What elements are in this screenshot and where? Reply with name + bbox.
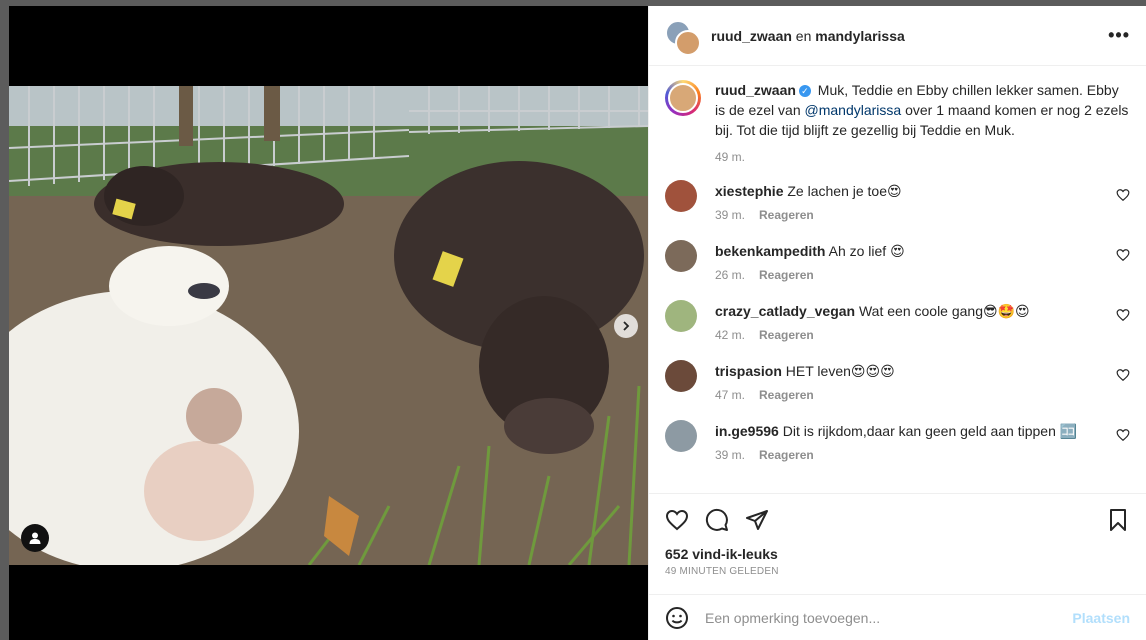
- post-caption: ruud_zwaan ✓ Muk, Teddie en Ebby chillen …: [665, 80, 1130, 164]
- heart-icon[interactable]: [1116, 368, 1130, 382]
- comment-icon[interactable]: [705, 508, 729, 532]
- tagged-users-button[interactable]: [21, 524, 49, 552]
- reply-button[interactable]: Reageren: [759, 208, 814, 222]
- post-authors: ruud_zwaan en mandylarissa: [711, 28, 905, 44]
- comment-time: 42 m.: [715, 328, 746, 342]
- comment-time: 39 m.: [715, 208, 746, 222]
- heart-icon[interactable]: [1116, 248, 1130, 262]
- add-comment-bar: Plaatsen: [649, 594, 1146, 640]
- bookmark-icon[interactable]: [1106, 508, 1130, 532]
- comment-text: Ze lachen je toe😍: [783, 183, 902, 199]
- comments-list[interactable]: ruud_zwaan ✓ Muk, Teddie en Ebby chillen …: [649, 66, 1146, 493]
- comment-text: HET leven😍😍😍: [781, 363, 895, 379]
- post-header: ruud_zwaan en mandylarissa •••: [649, 6, 1146, 66]
- reply-button[interactable]: Reageren: [759, 328, 814, 342]
- caption-username[interactable]: ruud_zwaan: [715, 82, 796, 98]
- heart-icon[interactable]: [665, 508, 689, 532]
- post-sidebar: ruud_zwaan en mandylarissa ••• ruud_zwaa…: [648, 6, 1146, 640]
- caption-time: 49 m.: [715, 150, 746, 164]
- comment-item: crazy_catlady_vegan Wat een coole gang😎🤩…: [665, 300, 1130, 344]
- heart-icon[interactable]: [1116, 188, 1130, 202]
- comment-username[interactable]: xiestephie: [715, 183, 783, 199]
- avatar[interactable]: [665, 420, 697, 452]
- post-media: [9, 6, 648, 640]
- comment-time: 47 m.: [715, 388, 746, 402]
- chevron-right-icon: [623, 321, 630, 331]
- avatar[interactable]: [665, 180, 697, 212]
- comment-item: xiestephie Ze lachen je toe😍 39 m. Reager…: [665, 180, 1130, 224]
- comment-text: Dit is rijkdom,daar kan geen geld aan ti…: [778, 423, 1078, 439]
- more-horizontal-icon[interactable]: •••: [1108, 25, 1130, 46]
- post-photo[interactable]: [9, 86, 648, 565]
- caption-mention[interactable]: @mandylarissa: [805, 102, 902, 118]
- post-actions: 652 vind-ik-leuks 49 MINUTEN GELEDEN: [649, 493, 1146, 593]
- reply-button[interactable]: Reageren: [759, 268, 814, 282]
- avatar[interactable]: [665, 80, 701, 116]
- comment-time: 39 m.: [715, 448, 746, 462]
- avatar[interactable]: [665, 240, 697, 272]
- avatar[interactable]: [665, 360, 697, 392]
- caption-text: ruud_zwaan ✓ Muk, Teddie en Ebby chillen …: [715, 80, 1130, 140]
- smiley-icon[interactable]: [665, 606, 689, 630]
- comment-username[interactable]: in.ge9596: [715, 423, 779, 439]
- heart-icon[interactable]: [1116, 428, 1130, 442]
- comment-username[interactable]: crazy_catlady_vegan: [715, 303, 855, 319]
- post-comment-button[interactable]: Plaatsen: [1072, 610, 1130, 626]
- reply-button[interactable]: Reageren: [759, 388, 814, 402]
- comment-item: bekenkampedith Ah zo lief 😍 26 m. Reagere…: [665, 240, 1130, 284]
- author-separator: en: [791, 27, 816, 44]
- post-timestamp: 49 MINUTEN GELEDEN: [665, 566, 779, 577]
- author-username[interactable]: ruud_zwaan: [711, 28, 792, 44]
- comment-time: 26 m.: [715, 268, 746, 282]
- comment-text: Wat een coole gang😎🤩😍: [855, 303, 1030, 319]
- action-bar: [665, 508, 1130, 532]
- paper-plane-icon[interactable]: [745, 508, 769, 532]
- comment-item: trispasion HET leven😍😍😍 47 m. Reageren: [665, 360, 1130, 404]
- like-count[interactable]: 652 vind-ik-leuks: [665, 546, 1130, 562]
- avatar: [675, 29, 701, 56]
- author-avatars[interactable]: [665, 19, 701, 56]
- coauthor-username[interactable]: mandylarissa: [815, 28, 905, 44]
- post-modal: ruud_zwaan en mandylarissa ••• ruud_zwaa…: [9, 6, 1146, 640]
- comment-text: Ah zo lief 😍: [825, 243, 905, 259]
- next-image-button[interactable]: [614, 314, 638, 338]
- verified-badge-icon: ✓: [798, 85, 811, 98]
- comment-item: in.ge9596 Dit is rijkdom,daar kan geen g…: [665, 420, 1130, 464]
- reply-button[interactable]: Reageren: [759, 448, 814, 462]
- comment-input[interactable]: [703, 608, 1073, 627]
- avatar[interactable]: [665, 300, 697, 332]
- user-icon: [29, 532, 41, 544]
- comment-username[interactable]: bekenkampedith: [715, 243, 825, 259]
- photo-illustration: [9, 86, 648, 565]
- heart-icon[interactable]: [1116, 308, 1130, 322]
- comment-username[interactable]: trispasion: [715, 363, 782, 379]
